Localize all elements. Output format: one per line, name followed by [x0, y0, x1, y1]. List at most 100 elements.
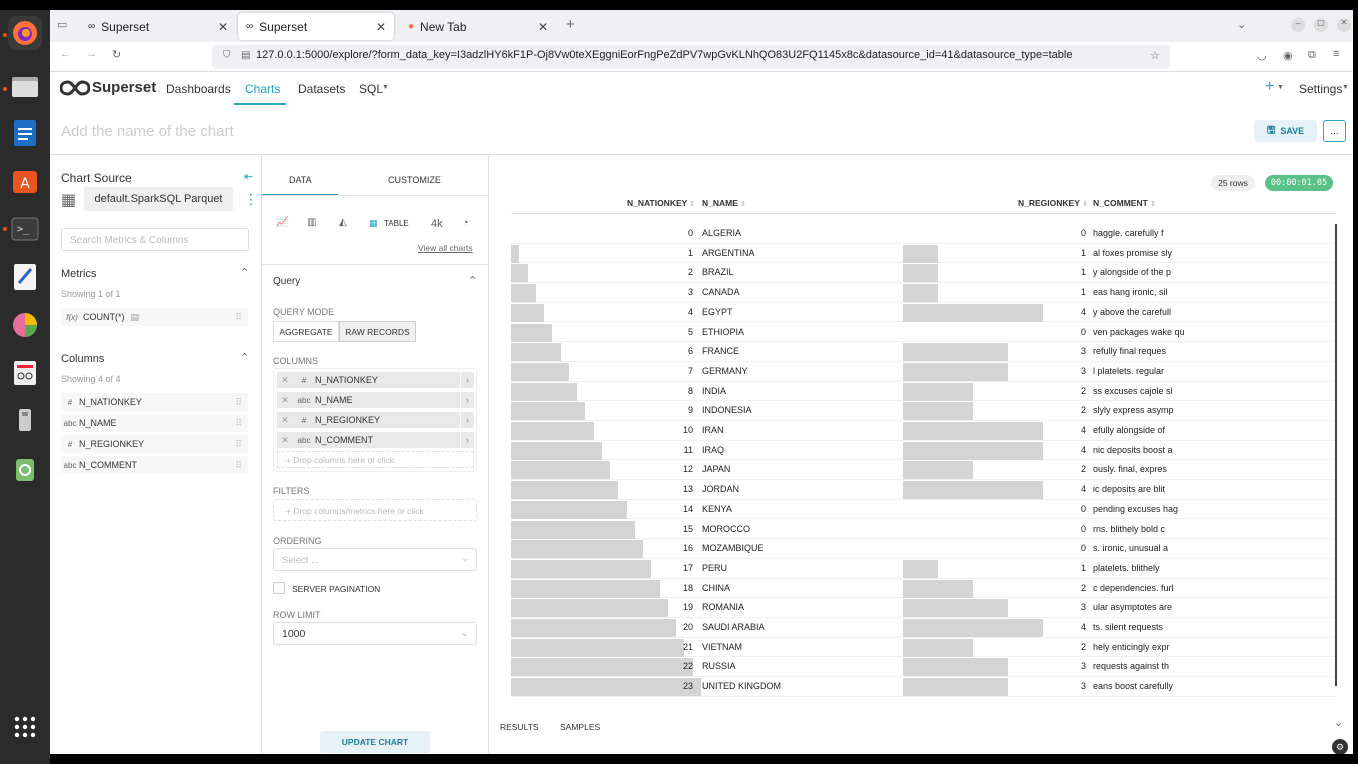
feedback-icon[interactable]: ⚙	[1332, 739, 1348, 754]
minimize-icon[interactable]: –	[1291, 18, 1305, 32]
ordering-select[interactable]: Select ... ⌄	[273, 548, 477, 571]
drag-handle-icon[interactable]: ⠿	[235, 312, 242, 323]
nav-sql[interactable]: SQL	[359, 82, 383, 96]
server-pagination-checkbox[interactable]	[273, 582, 285, 594]
drag-handle-icon[interactable]: ⠿	[235, 397, 242, 408]
query-collapse-icon[interactable]: ⌃	[468, 274, 477, 287]
drag-handle-icon[interactable]: ⠿	[235, 460, 242, 471]
tab-customize[interactable]: CUSTOMIZE	[388, 175, 441, 185]
drop-columns-target[interactable]: + Drop columns here or click	[277, 451, 474, 468]
drag-handle-icon[interactable]: ⠿	[235, 418, 242, 429]
chevron-right-icon[interactable]: ›	[460, 392, 474, 408]
raw-records-button[interactable]: RAW RECORDS	[339, 321, 416, 342]
column-pill[interactable]: ✕ # N_REGIONKEY ›	[277, 412, 474, 428]
column-item[interactable]: # N_REGIONKEY ⠿	[61, 435, 248, 453]
brand-name[interactable]: Superset	[92, 79, 156, 96]
query-section-title[interactable]: Query	[273, 276, 300, 287]
table-chart-label[interactable]: TABLE	[384, 219, 409, 228]
remove-icon[interactable]: ✕	[277, 395, 293, 406]
terminal-icon[interactable]: >_	[8, 212, 42, 246]
table-chart-icon[interactable]: ▦	[369, 218, 378, 229]
tab-overview-icon[interactable]: ▭	[57, 18, 67, 31]
column-pill[interactable]: ✕ abc N_NAME ›	[277, 392, 474, 408]
writer-icon[interactable]	[8, 116, 42, 150]
tab-superset-1[interactable]: ∞ Superset ✕	[80, 13, 236, 40]
chevron-down-icon[interactable]: ⌄	[1334, 716, 1343, 729]
show-apps-icon[interactable]	[8, 710, 42, 744]
chevron-down-icon[interactable]: ⌄	[1237, 18, 1246, 31]
chevron-right-icon[interactable]: ›	[460, 432, 474, 448]
text-editor-icon[interactable]	[8, 260, 42, 294]
back-icon[interactable]: ←	[60, 48, 71, 60]
header-comment[interactable]: N_COMMENT ⇕	[1093, 198, 1156, 208]
tab-samples[interactable]: SAMPLES	[560, 722, 600, 732]
chevron-right-icon[interactable]: ›	[460, 412, 474, 428]
window-close-icon[interactable]: ✕	[1337, 18, 1351, 32]
screenshot-app-icon[interactable]	[8, 356, 42, 390]
bar-chart-icon[interactable]: ▥	[307, 217, 316, 228]
drop-filters-target[interactable]: + Drop columns/metrics here or click	[273, 499, 477, 521]
column-item[interactable]: # N_NATIONKEY ⠿	[61, 393, 248, 411]
collapse-panel-icon[interactable]: ⇤	[244, 170, 253, 183]
big-number-chart-label[interactable]: 4k	[431, 218, 443, 230]
plus-menu[interactable]: +	[1265, 78, 1274, 96]
tab-data[interactable]: DATA	[289, 175, 312, 185]
column-pill[interactable]: ✕ # N_NATIONKEY ›	[277, 372, 474, 388]
page-icon[interactable]: ▤	[241, 50, 250, 61]
menu-icon[interactable]: ≡	[1333, 48, 1339, 60]
header-name[interactable]: N_NAME ⇕	[702, 198, 746, 208]
pocket-icon[interactable]: ◡	[1257, 49, 1267, 62]
more-options-button[interactable]: ...	[1323, 120, 1346, 142]
sql-dropdown-icon[interactable]: ▼	[382, 84, 389, 91]
forward-icon[interactable]: →	[86, 48, 97, 60]
trash-icon[interactable]	[8, 452, 42, 486]
nav-datasets[interactable]: Datasets	[298, 82, 345, 96]
drag-handle-icon[interactable]: ⠿	[235, 439, 242, 450]
column-pill[interactable]: ✕ abc N_COMMENT ›	[277, 432, 474, 448]
aggregate-button[interactable]: AGGREGATE	[273, 321, 339, 342]
tab-superset-2[interactable]: ∞ Superset ✕	[238, 13, 394, 40]
table-scrollbar[interactable]	[1335, 224, 1337, 686]
usb-drive-icon[interactable]	[8, 404, 42, 438]
datasource-name-box[interactable]: default.SparkSQL Parquet	[84, 187, 233, 211]
settings-menu[interactable]: Settings	[1299, 82, 1342, 96]
nav-dashboards[interactable]: Dashboards	[166, 82, 231, 96]
files-icon[interactable]	[8, 70, 42, 104]
site-info-icon[interactable]: ⛉	[223, 50, 231, 61]
firefox-icon[interactable]	[8, 16, 42, 50]
new-tab-icon[interactable]: +	[566, 16, 575, 33]
save-button[interactable]: 🖫 SAVE	[1254, 120, 1317, 142]
metric-item[interactable]: f(x) COUNT(*) ▤ ⠿	[61, 308, 248, 326]
bookmark-star-icon[interactable]: ☆	[1150, 49, 1160, 62]
row-limit-select[interactable]: 1000 ⌄	[273, 622, 477, 645]
pie-chart-icon[interactable]: ◔	[462, 217, 469, 229]
tab-results[interactable]: RESULTS	[500, 722, 539, 732]
area-chart-icon[interactable]: ◭	[339, 217, 347, 228]
nav-charts[interactable]: Charts	[245, 82, 280, 96]
settings-dropdown-icon[interactable]: ▼	[1342, 84, 1349, 91]
header-nationkey[interactable]: N_NATIONKEY ⇕	[627, 198, 695, 208]
columns-collapse-icon[interactable]: ⌃	[240, 351, 249, 364]
maximize-icon[interactable]: ▢	[1314, 18, 1328, 32]
metrics-title[interactable]: Metrics	[61, 268, 96, 280]
extensions-icon[interactable]: ⧉	[1308, 49, 1316, 62]
reload-icon[interactable]: ↻	[112, 48, 121, 61]
close-icon[interactable]: ✕	[218, 20, 228, 34]
close-icon[interactable]: ✕	[376, 20, 386, 34]
search-metrics-input[interactable]: Search Metrics & Columns	[61, 228, 249, 251]
account-icon[interactable]: ◉	[1283, 49, 1293, 62]
impress-icon[interactable]	[8, 308, 42, 342]
line-chart-icon[interactable]: 📈	[276, 217, 288, 228]
column-item[interactable]: abc N_NAME ⠿	[61, 414, 248, 432]
chart-title-input[interactable]: Add the name of the chart	[61, 123, 234, 140]
update-chart-button[interactable]: UPDATE CHART	[320, 731, 430, 753]
metrics-collapse-icon[interactable]: ⌃	[240, 266, 249, 279]
tab-new-tab[interactable]: ● New Tab ✕	[400, 13, 556, 40]
close-icon[interactable]: ✕	[538, 20, 548, 34]
remove-icon[interactable]: ✕	[277, 375, 293, 386]
view-all-charts-link[interactable]: View all charts	[418, 243, 473, 253]
address-bar[interactable]: 127.0.0.1:5000/explore/?form_data_key=I3…	[212, 45, 1170, 69]
app-center-icon[interactable]: A	[8, 164, 42, 198]
datasource-menu-icon[interactable]: ⋮	[244, 191, 258, 208]
column-item[interactable]: abc N_COMMENT ⠿	[61, 456, 248, 474]
